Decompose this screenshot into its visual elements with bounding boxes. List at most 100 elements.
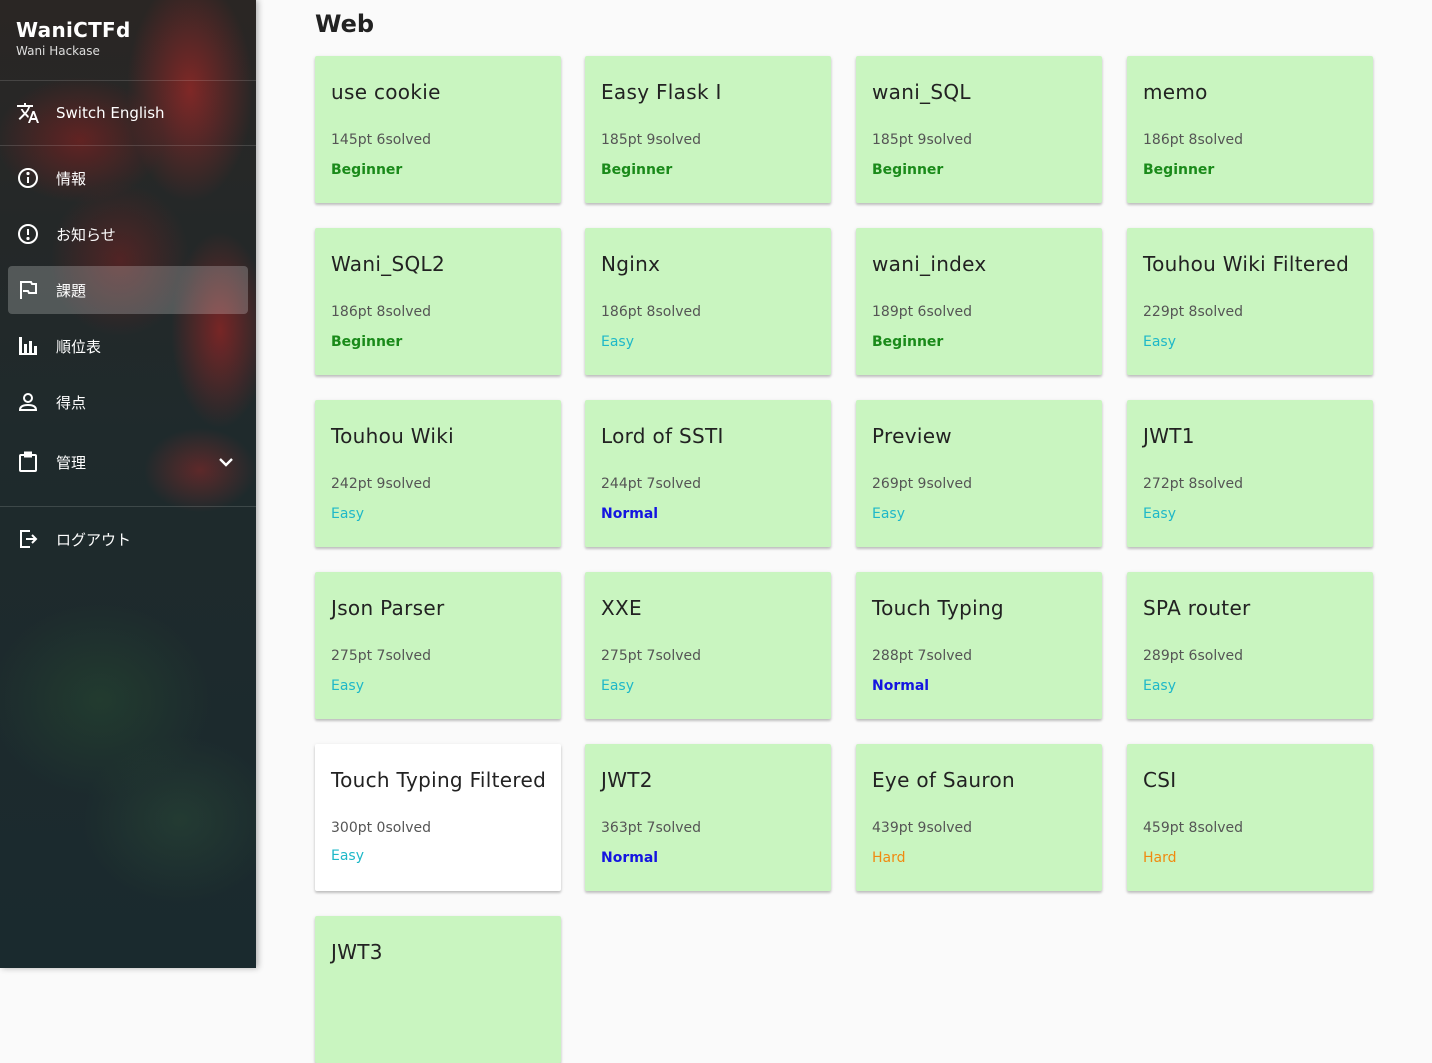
challenge-difficulty: Beginner (331, 334, 403, 350)
chevron-down-icon[interactable] (214, 450, 238, 474)
page-title: Web (315, 10, 375, 38)
challenge-points-solves: 229pt 8solved (1143, 304, 1243, 320)
challenge-points-solves: 439pt 9solved (872, 820, 972, 836)
challenge-points-solves: 186pt 8solved (601, 304, 701, 320)
challenge-card[interactable]: wani_index 189pt 6solved Beginner (856, 228, 1102, 375)
challenge-difficulty: Easy (331, 678, 365, 694)
translate-icon (16, 101, 40, 125)
sidebar-item-label: 情報 (56, 169, 87, 188)
challenge-points-solves: 459pt 8solved (1143, 820, 1243, 836)
challenge-points-solves: 289pt 6solved (1143, 648, 1243, 664)
sidebar-item-info[interactable]: 情報 (8, 154, 248, 202)
sidebar-item-label: 得点 (56, 393, 87, 412)
challenge-title: SPA router (1143, 596, 1251, 620)
challenge-title: Preview (872, 424, 952, 448)
challenge-title: Eye of Sauron (872, 768, 1015, 792)
challenge-card[interactable]: JWT2 363pt 7solved Normal (585, 744, 831, 891)
challenge-card[interactable]: SPA router 289pt 6solved Easy (1127, 572, 1373, 719)
challenge-title: use cookie (331, 80, 441, 104)
sidebar-item-label: Switch English (56, 104, 165, 122)
challenge-title: CSI (1143, 768, 1177, 792)
challenge-title: Touch Typing (872, 596, 1004, 620)
challenge-points-solves: 300pt 0solved (331, 820, 431, 836)
challenge-card[interactable]: Touhou Wiki Filtered 229pt 8solved Easy (1127, 228, 1373, 375)
challenge-difficulty: Easy (601, 334, 635, 350)
challenge-card[interactable]: wani_SQL 185pt 9solved Beginner (856, 56, 1102, 203)
challenge-difficulty: Hard (1143, 850, 1177, 866)
challenge-card[interactable]: Eye of Sauron 439pt 9solved Hard (856, 744, 1102, 891)
challenge-card[interactable]: Preview 269pt 9solved Easy (856, 400, 1102, 547)
challenge-card[interactable]: JWT1 272pt 8solved Easy (1127, 400, 1373, 547)
challenge-card[interactable]: Lord of SSTI 244pt 7solved Normal (585, 400, 831, 547)
challenge-card[interactable]: use cookie 145pt 6solved Beginner (315, 56, 561, 203)
challenge-card[interactable]: CSI 459pt 8solved Hard (1127, 744, 1373, 891)
challenge-points-solves: 244pt 7solved (601, 476, 701, 492)
challenge-difficulty: Easy (331, 848, 365, 864)
challenge-points-solves: 242pt 9solved (331, 476, 431, 492)
sidebar-item-announcements[interactable]: お知らせ (8, 210, 248, 258)
challenge-title: JWT2 (601, 768, 653, 792)
challenge-title: wani_SQL (872, 80, 971, 104)
challenge-title: memo (1143, 80, 1208, 104)
person-icon (16, 390, 40, 414)
challenge-difficulty: Easy (601, 678, 635, 694)
sidebar-item-scoreboard[interactable]: 順位表 (8, 322, 248, 370)
challenge-points-solves: 186pt 8solved (331, 304, 431, 320)
challenge-difficulty: Beginner (331, 162, 403, 178)
sidebar-item-label: 管理 (56, 453, 87, 472)
challenge-difficulty: Easy (1143, 506, 1177, 522)
challenge-difficulty: Easy (1143, 334, 1177, 350)
flag-icon (16, 278, 40, 302)
sidebar-item-switch-english[interactable]: Switch English (8, 89, 248, 137)
sidebar-item-logout[interactable]: ログアウト (8, 515, 248, 563)
challenge-points-solves: 186pt 8solved (1143, 132, 1243, 148)
challenge-difficulty: Beginner (872, 334, 944, 350)
challenge-card[interactable]: memo 186pt 8solved Beginner (1127, 56, 1373, 203)
challenge-difficulty: Beginner (872, 162, 944, 178)
sidebar-divider (0, 80, 256, 81)
challenge-difficulty: Normal (601, 506, 659, 522)
challenge-title: Easy Flask I (601, 80, 722, 104)
challenge-points-solves: 189pt 6solved (872, 304, 972, 320)
brand: WaniCTFd Wani Hackase (16, 18, 131, 58)
challenge-difficulty: Normal (872, 678, 930, 694)
challenge-difficulty: Beginner (1143, 162, 1215, 178)
brand-title: WaniCTFd (16, 18, 131, 42)
challenge-card[interactable]: Json Parser 275pt 7solved Easy (315, 572, 561, 719)
sidebar: WaniCTFd Wani Hackase Switch English 情報 … (0, 0, 256, 968)
challenge-card[interactable]: Touch Typing Filtered 300pt 0solved Easy (315, 744, 561, 891)
sidebar-divider (0, 145, 256, 146)
challenge-points-solves: 185pt 9solved (601, 132, 701, 148)
challenge-difficulty: Hard (872, 850, 906, 866)
sidebar-item-admin[interactable]: 管理 (8, 438, 248, 486)
sidebar-item-label: お知らせ (56, 225, 116, 244)
sidebar-item-challenges[interactable]: 課題 (8, 266, 248, 314)
sidebar-item-label: 課題 (56, 281, 87, 300)
challenge-difficulty: Easy (872, 506, 906, 522)
challenge-title: Touhou Wiki Filtered (1143, 252, 1350, 276)
challenge-card[interactable]: Easy Flask I 185pt 9solved Beginner (585, 56, 831, 203)
challenge-card[interactable]: Wani_SQL2 186pt 8solved Beginner (315, 228, 561, 375)
challenge-title: Nginx (601, 252, 661, 276)
challenge-title: JWT3 (331, 940, 383, 964)
challenge-title: Json Parser (331, 596, 445, 620)
challenge-title: Touhou Wiki (331, 424, 455, 448)
sidebar-item-label: 順位表 (56, 337, 102, 356)
challenge-title: wani_index (872, 252, 987, 276)
challenge-card[interactable]: Touch Typing 288pt 7solved Normal (856, 572, 1102, 719)
sidebar-item-score[interactable]: 得点 (8, 378, 248, 426)
challenge-points-solves: 275pt 7solved (331, 648, 431, 664)
challenge-card[interactable]: JWT3 (315, 916, 561, 1063)
challenge-points-solves: 145pt 6solved (331, 132, 431, 148)
clipboard-icon (16, 450, 40, 474)
bar-chart-icon (16, 334, 40, 358)
brand-subtitle: Wani Hackase (16, 44, 100, 58)
challenge-points-solves: 269pt 9solved (872, 476, 972, 492)
challenge-difficulty: Normal (601, 850, 659, 866)
challenge-card[interactable]: XXE 275pt 7solved Easy (585, 572, 831, 719)
challenge-title: Touch Typing Filtered (331, 768, 547, 792)
challenge-card[interactable]: Nginx 186pt 8solved Easy (585, 228, 831, 375)
challenge-card[interactable]: Touhou Wiki 242pt 9solved Easy (315, 400, 561, 547)
challenge-points-solves: 185pt 9solved (872, 132, 972, 148)
challenge-difficulty: Easy (1143, 678, 1177, 694)
